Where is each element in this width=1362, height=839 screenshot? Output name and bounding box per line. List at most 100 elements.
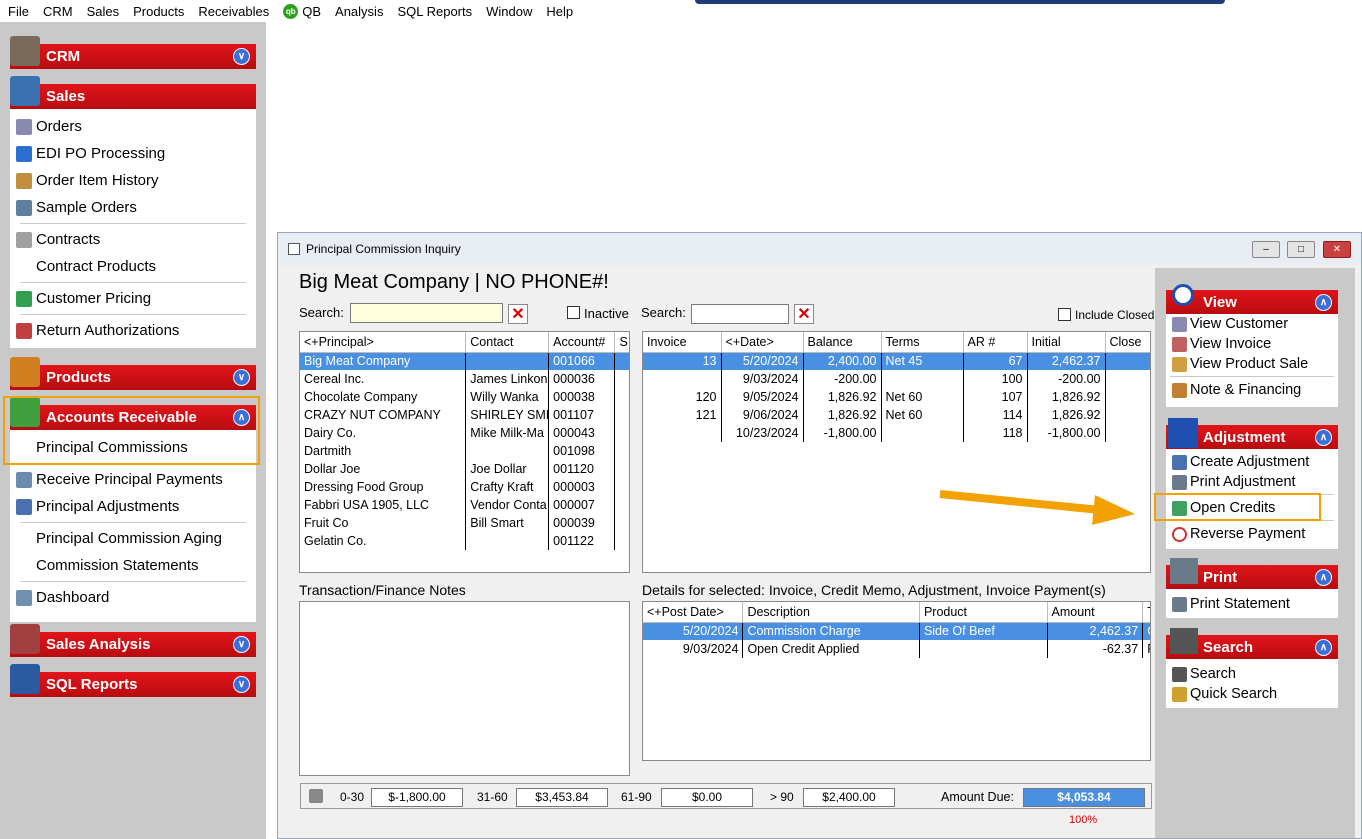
table-cell: 000036	[548, 370, 616, 388]
table-row[interactable]: 13 5/20/2024 2,400.00 Net 45 67 2,462.37	[643, 352, 1150, 370]
sidebar-item-order-history[interactable]: Order Item History	[16, 167, 250, 194]
sidebar-item-edi[interactable]: EDI PO Processing	[16, 140, 250, 167]
menu-receivables[interactable]: Receivables	[198, 4, 269, 19]
menu-window[interactable]: Window	[486, 4, 532, 19]
sidebar-item-receive-payments[interactable]: Receive Principal Payments	[16, 466, 250, 493]
menu-crm[interactable]: CRM	[43, 4, 73, 19]
maximize-button[interactable]: □	[1287, 241, 1315, 258]
no-sign-icon	[1172, 526, 1187, 542]
table-row[interactable]: 121 9/06/2024 1,826.92 Net 60 114 1,826.92	[643, 406, 1150, 424]
print-adjustment-button[interactable]: Print Adjustment	[1166, 472, 1338, 492]
minimize-button[interactable]: –	[1252, 241, 1280, 258]
column-header[interactable]: Initial	[1027, 332, 1106, 353]
table-row[interactable]: Big Meat Company 001066	[300, 352, 629, 370]
column-header[interactable]: Balance	[803, 332, 882, 353]
inactive-checkbox[interactable]	[567, 306, 580, 319]
invoice-search-input[interactable]	[691, 304, 789, 324]
menu-qb[interactable]: qb QB	[283, 3, 321, 19]
column-header[interactable]: Amount	[1047, 602, 1144, 623]
sidebar-item-sample-orders[interactable]: Sample Orders	[16, 194, 250, 221]
divider	[20, 223, 246, 224]
clear-invoice-search-button[interactable]: ✕	[794, 304, 814, 324]
chevron-up-icon[interactable]: ∧	[1315, 639, 1332, 656]
table-row[interactable]: Fruit Co Bill Smart 000039	[300, 514, 629, 532]
table-row[interactable]: Dressing Food Group Crafty Kraft 000003	[300, 478, 629, 496]
column-header[interactable]: Close	[1105, 332, 1150, 353]
table-row[interactable]: Fabbri USA 1905, LLC Vendor Conta 000007	[300, 496, 629, 514]
table-row[interactable]: Cereal Inc. James Linkon 000036	[300, 370, 629, 388]
search-button[interactable]: Search	[1166, 664, 1338, 684]
table-row[interactable]: 10/23/2024 -1,800.00 118 -1,800.00	[643, 424, 1150, 442]
note-financing-button[interactable]: Note & Financing	[1166, 379, 1338, 401]
sql-reports-header[interactable]: SQL Reports ∨	[10, 664, 256, 697]
sidebar-item-return-authorizations[interactable]: Return Authorizations	[16, 317, 250, 344]
sales-analysis-header[interactable]: Sales Analysis ∨	[10, 624, 256, 657]
clear-search-button[interactable]: ✕	[508, 304, 528, 324]
sidebar-item-principal-adjustments[interactable]: Principal Adjustments	[16, 493, 250, 520]
column-header[interactable]: T	[1142, 602, 1150, 623]
menu-sql-reports[interactable]: SQL Reports	[397, 4, 472, 19]
menu-analysis[interactable]: Analysis	[335, 4, 383, 19]
column-header[interactable]: AR #	[963, 332, 1028, 353]
table-row[interactable]: CRAZY NUT COMPANY SHIRLEY SMIT 001107	[300, 406, 629, 424]
sales-header[interactable]: Sales	[10, 76, 256, 109]
table-cell	[1105, 406, 1150, 424]
column-header[interactable]: Account#	[548, 332, 616, 353]
quick-search-button[interactable]: Quick Search	[1166, 684, 1338, 704]
column-header[interactable]: S	[614, 332, 629, 353]
adjustment-header[interactable]: Adjustment ∧	[1166, 418, 1338, 449]
create-adjustment-button[interactable]: Create Adjustment	[1166, 452, 1338, 472]
menu-sales[interactable]: Sales	[87, 4, 120, 19]
products-header[interactable]: Products ∨	[10, 357, 256, 390]
chevron-up-icon[interactable]: ∧	[1315, 294, 1332, 311]
sidebar-item-commission-statements[interactable]: Commission Statements	[16, 552, 250, 579]
principal-search-input[interactable]	[350, 303, 503, 323]
sidebar-item-contracts[interactable]: Contracts	[16, 226, 250, 253]
chevron-up-icon[interactable]: ∧	[1315, 429, 1332, 446]
table-row[interactable]: Dollar Joe Joe Dollar 001120	[300, 460, 629, 478]
menu-products[interactable]: Products	[133, 4, 184, 19]
table-row[interactable]: 5/20/2024 Commission Charge Side Of Beef 2,…	[643, 622, 1150, 640]
menu-file[interactable]: File	[8, 4, 29, 19]
view-header[interactable]: View ∧	[1166, 284, 1338, 314]
search-section: Search ∧ Search Quick Search	[1166, 628, 1338, 708]
print-header[interactable]: Print ∧	[1166, 558, 1338, 589]
sidebar-item-customer-pricing[interactable]: Customer Pricing	[16, 285, 250, 312]
table-row[interactable]: 9/03/2024Open Credit Applied -62.37P	[643, 640, 1150, 658]
include-closed-checkbox[interactable]	[1058, 308, 1071, 321]
notes-textarea[interactable]	[299, 601, 630, 776]
column-header[interactable]: <+Date>	[721, 332, 804, 353]
column-header[interactable]: <+Principal>	[300, 332, 467, 353]
table-row[interactable]: Dartmith 001098	[300, 442, 629, 460]
menu-help[interactable]: Help	[546, 4, 573, 19]
reverse-payment-button[interactable]: Reverse Payment	[1166, 524, 1338, 544]
search-header[interactable]: Search ∧	[1166, 628, 1338, 659]
table-row[interactable]: 120 9/05/2024 1,826.92 Net 60 107 1,826.92	[643, 388, 1150, 406]
crm-header[interactable]: CRM ∨	[10, 36, 256, 69]
chevron-down-icon[interactable]: ∨	[233, 369, 250, 386]
column-header[interactable]: Contact	[465, 332, 550, 353]
table-row[interactable]: 9/03/2024 -200.00 100 -200.00	[643, 370, 1150, 388]
chevron-down-icon[interactable]: ∨	[233, 48, 250, 65]
view-customer-button[interactable]: View Customer	[1166, 314, 1338, 334]
table-row[interactable]: Gelatin Co. 001122	[300, 532, 629, 550]
view-invoice-button[interactable]: View Invoice	[1166, 334, 1338, 354]
print-statement-button[interactable]: Print Statement	[1166, 594, 1338, 614]
table-row[interactable]: Chocolate Company Willy Wanka 000038	[300, 388, 629, 406]
column-header[interactable]: Product	[919, 602, 1048, 623]
chevron-down-icon[interactable]: ∨	[233, 676, 250, 693]
sidebar-item-commission-aging[interactable]: Principal Commission Aging	[16, 525, 250, 552]
sidebar-item-dashboard[interactable]: Dashboard	[16, 584, 250, 611]
table-row[interactable]: Dairy Co. Mike Milk-Ma 000043	[300, 424, 629, 442]
chevron-up-icon[interactable]: ∧	[1315, 569, 1332, 586]
column-header[interactable]: Description	[742, 602, 920, 623]
close-button[interactable]: ✕	[1323, 241, 1351, 258]
column-header[interactable]: <+Post Date>	[643, 602, 744, 623]
chevron-down-icon[interactable]: ∨	[233, 636, 250, 653]
column-header[interactable]: Invoice	[643, 332, 722, 353]
column-header[interactable]: Terms	[881, 332, 964, 353]
table-cell: 9/03/2024	[721, 370, 804, 388]
sidebar-item-orders[interactable]: Orders	[16, 113, 250, 140]
sidebar-item-contract-products[interactable]: Contract Products	[16, 253, 250, 280]
view-product-sale-button[interactable]: View Product Sale	[1166, 354, 1338, 374]
